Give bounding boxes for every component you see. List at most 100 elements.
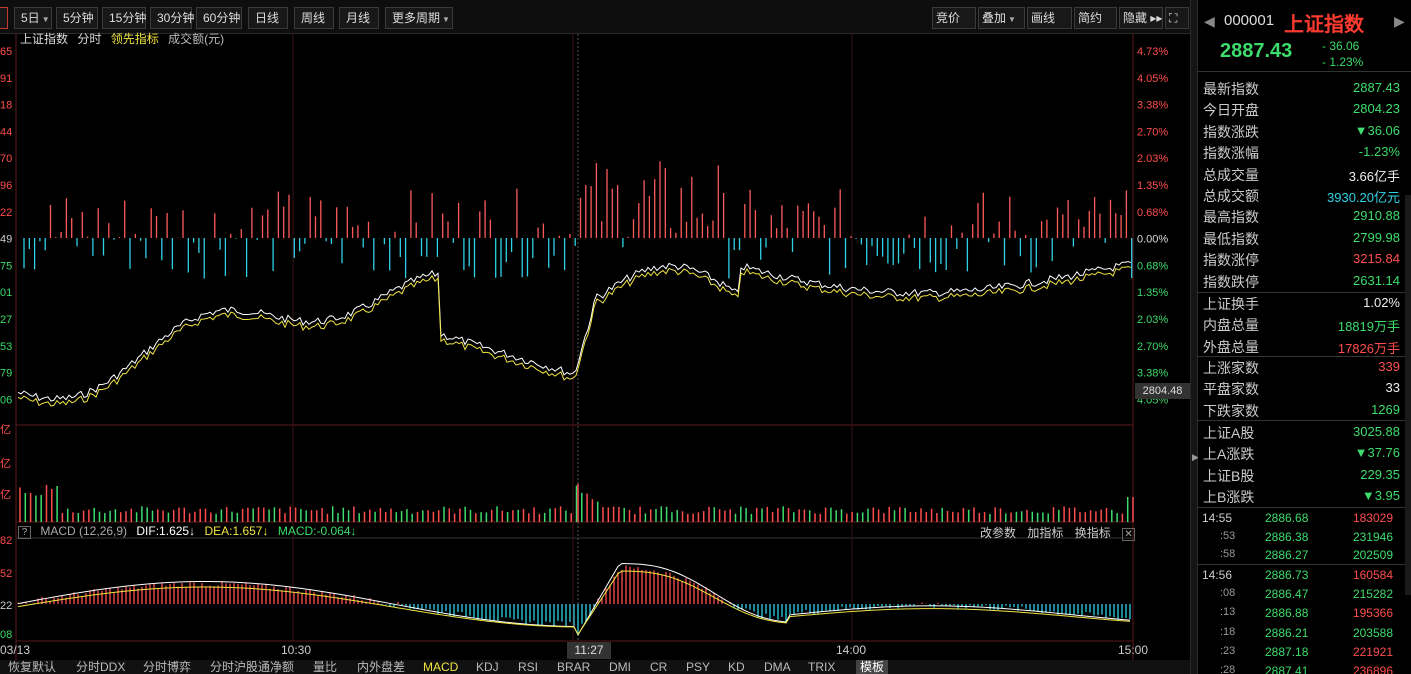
tick-price: 2886.73 <box>1265 568 1309 582</box>
help-icon[interactable]: ? <box>18 526 31 539</box>
scrollbar[interactable] <box>1405 195 1411 595</box>
chart-tool-button[interactable]: 画线 <box>1027 7 1072 29</box>
indicator-tab[interactable]: DMA <box>764 660 791 674</box>
quote-header: ◀ 000001 上证指数 ▶ 2887.43 - 36.06 - 1.23% <box>1198 0 1411 72</box>
quote-stat-row: 外盘总量 17826万手 <box>1198 335 1411 356</box>
tool-label: 画线 <box>1031 11 1056 25</box>
indicator-tab[interactable]: KDJ <box>476 660 499 674</box>
index-price: 2887.43 <box>1220 40 1293 62</box>
pct-tick-label: 4.05% <box>1137 73 1168 85</box>
legend-mode[interactable]: 分时 <box>77 32 101 46</box>
change-value: - 36.06 <box>1322 39 1360 53</box>
tick-row: :28 2887.41 236896 <box>1198 662 1411 674</box>
indicator-tab[interactable]: BRAR <box>557 660 590 674</box>
tick-volume: 203588 <box>1352 626 1393 640</box>
quote-stat-row: 最高指数 2910.88 <box>1198 205 1411 226</box>
indicator-tab[interactable]: RSI <box>518 660 538 674</box>
period-button[interactable]: 15分钟 <box>102 7 146 29</box>
quote-stat-row: 上B涨跌 ▼3.95 <box>1198 485 1411 506</box>
indicator-tab[interactable]: TRIX <box>808 660 835 674</box>
price-tick-label: 70 <box>0 153 12 165</box>
tool-label: 隐藏 ▸▸ <box>1123 11 1163 25</box>
price-tick-label: 06 <box>0 394 12 406</box>
indicator-tab[interactable]: MACD <box>423 660 458 674</box>
stat-label: 上B涨跌 <box>1203 489 1255 506</box>
indicator-tab[interactable]: CR <box>650 660 667 674</box>
tool-label: 叠加 <box>982 11 1007 25</box>
stat-label: 最低指数 <box>1203 230 1259 247</box>
period-toolbar: 5日 ▼ 5分钟 15分钟 30分钟 60分钟 日线 周线 月线 更多周期 ▼ 竞价 叠加 ▼ 画线 简约 隐… <box>0 0 1190 34</box>
tick-time: :58 <box>1220 548 1236 560</box>
chart-tool-button[interactable]: 竞价 <box>932 7 976 29</box>
volume-tick-label: 亿 <box>0 423 11 436</box>
chart-area[interactable]: 65 91 18 44 70 96 22 49 75 01 27 53 79 06 4.73% 4.05% 3.… <box>0 34 1190 660</box>
period-button[interactable]: 30分钟 <box>150 7 194 29</box>
prev-arrow-icon[interactable]: ◀ <box>1204 13 1215 30</box>
legend-index-name: 上证指数 <box>20 32 69 46</box>
period-button[interactable]: 月线 <box>339 7 379 29</box>
stat-label: 今日开盘 <box>1203 102 1259 119</box>
stat-value: 229.35 <box>1360 466 1400 482</box>
indicator-tab[interactable]: PSY <box>686 660 710 674</box>
legend-volume[interactable]: 成交额(元) <box>168 32 224 46</box>
price-crosshair-tag: 2804.48 <box>1135 383 1190 399</box>
tick-row: :58 2886.27 202509 <box>1198 546 1411 565</box>
tick-row: :18 2886.21 203588 <box>1198 624 1411 643</box>
stat-label: 上涨家数 <box>1203 360 1259 376</box>
volume-tick-label: 亿 <box>0 488 11 501</box>
change-pct: - 1.23% <box>1322 55 1364 69</box>
price-line <box>17 261 1132 402</box>
period-button[interactable]: 5分钟 <box>56 7 98 29</box>
tick-price: 2887.18 <box>1265 645 1309 659</box>
period-button[interactable]: 周线 <box>294 7 334 29</box>
period-button[interactable]: 日线 <box>248 7 288 29</box>
quote-stat-row: 最新指数 2887.43 <box>1198 77 1411 98</box>
indicator-tab[interactable]: 分时博弈 <box>143 660 191 674</box>
quote-stat-row: 指数涨幅 -1.23% <box>1198 141 1411 162</box>
divider <box>1198 507 1411 508</box>
stat-label: 指数跌停 <box>1203 273 1259 290</box>
tool-label: 简约 <box>1078 11 1103 25</box>
chart-tool-button[interactable]: 叠加 ▼ <box>978 7 1025 29</box>
tool-label: ⛶ <box>1169 11 1178 25</box>
tick-row: :53 2886.38 231946 <box>1198 528 1411 547</box>
switch-indicator-button[interactable]: 换指标 <box>1075 526 1111 540</box>
indicator-tab[interactable]: 恢复默认 <box>8 660 56 674</box>
chart-tool-button[interactable]: ⛶ <box>1165 7 1189 29</box>
chart-tool-button[interactable]: 隐藏 ▸▸ <box>1119 7 1163 29</box>
period-button[interactable]: 60分钟 <box>196 7 242 29</box>
price-tick-label: 18 <box>0 100 12 112</box>
indicator-tab[interactable]: KD <box>728 660 745 674</box>
change-params-button[interactable]: 改参数 <box>980 526 1016 540</box>
macd-tick-label: 08 <box>0 629 12 641</box>
period-button[interactable]: 5日 ▼ <box>14 7 52 29</box>
stat-label: 指数涨停 <box>1203 252 1259 269</box>
indicator-tab[interactable]: DMI <box>609 660 631 674</box>
indicator-tab[interactable]: 分时沪股通净额 <box>210 660 294 674</box>
pct-tick-label: 1.35% <box>1137 180 1168 192</box>
indicator-tab[interactable]: 量比 <box>313 660 337 674</box>
index-change: - 36.06 - 1.23% <box>1322 38 1363 70</box>
indicator-tab[interactable]: 内外盘差 <box>357 660 405 674</box>
period-button[interactable]: 更多周期 ▼ <box>385 7 453 29</box>
period-label: 月线 <box>346 11 371 25</box>
stat-value: 1269 <box>1371 401 1400 417</box>
chart-tool-button[interactable]: 简约 <box>1074 7 1117 29</box>
tick-price: 2887.41 <box>1265 664 1309 674</box>
add-indicator-button[interactable]: 加指标 <box>1027 526 1063 540</box>
quote-stat-row: 总成交量 3.66亿手 <box>1198 163 1411 184</box>
quote-stat-row: 指数跌停 2631.14 <box>1198 270 1411 291</box>
tick-price: 2886.88 <box>1265 606 1309 620</box>
indicator-tab[interactable]: 分时DDX <box>76 660 125 674</box>
volume-tick-label: 亿 <box>0 457 11 470</box>
intraday-chart[interactable]: 65 91 18 44 70 96 22 49 75 01 27 53 79 06 4.73% 4.05% 3.… <box>0 34 1190 660</box>
close-icon[interactable]: ✕ <box>1122 528 1136 541</box>
tick-row: 14:55 2886.68 183029 <box>1198 509 1411 528</box>
chart-legend: 上证指数 分时 领先指标 成交额(元) <box>20 30 230 47</box>
indicator-tab[interactable]: 模板 <box>856 660 889 674</box>
price-tick-label: 22 <box>0 207 12 219</box>
panel-splitter[interactable]: ▶ <box>1190 0 1199 674</box>
stat-value: 2804.23 <box>1353 101 1400 117</box>
legend-leading[interactable]: 领先指标 <box>111 32 159 46</box>
next-arrow-icon[interactable]: ▶ <box>1394 13 1405 30</box>
